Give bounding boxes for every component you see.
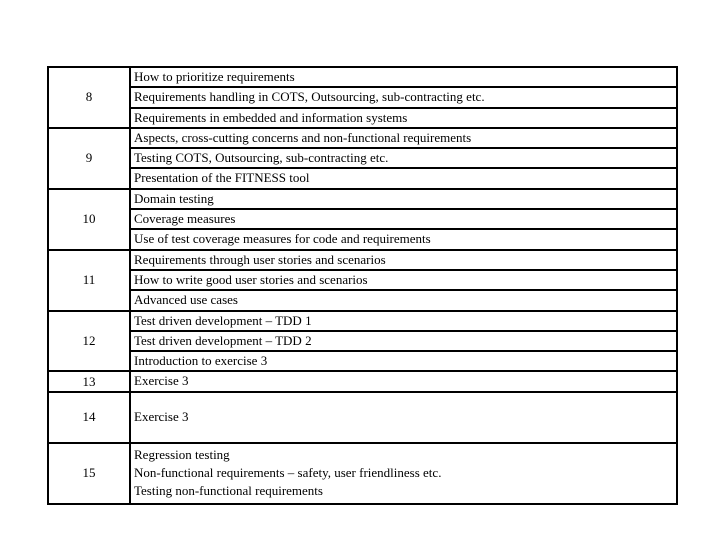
- topic-list: Aspects, cross-cutting concerns and non-…: [131, 129, 676, 188]
- topic-list: Exercise 3: [131, 393, 676, 442]
- topic-item: Non-functional requirements – safety, us…: [134, 465, 442, 481]
- week-group-10: 10 Domain testing Coverage measures Use …: [49, 187, 676, 249]
- topic-item: Advanced use cases: [131, 289, 676, 309]
- topic-item: Test driven development – TDD 2: [131, 329, 676, 350]
- week-number: 13: [49, 372, 131, 391]
- schedule-table: 8 How to prioritize requirements Require…: [47, 66, 678, 505]
- topic-item: Use of test coverage measures for code a…: [131, 228, 676, 248]
- week-group-8: 8 How to prioritize requirements Require…: [49, 68, 676, 127]
- week-number: 15: [49, 443, 131, 503]
- topic-item: Exercise 3: [134, 373, 189, 389]
- topic-item: Aspects, cross-cutting concerns and non-…: [134, 129, 472, 145]
- week-group-12: 12 Test driven development – TDD 1 Test …: [49, 309, 676, 371]
- topic-list: Domain testing Coverage measures Use of …: [131, 190, 676, 249]
- topic-list: Regression testing Non-functional requir…: [131, 444, 676, 503]
- topic-item: Regression testing: [134, 446, 230, 462]
- topic-list: Requirements through user stories and sc…: [131, 251, 676, 310]
- week-number: 14: [49, 392, 131, 442]
- topic-list: Exercise 3: [131, 372, 676, 390]
- topic-list: Test driven development – TDD 1 Test dri…: [131, 312, 676, 371]
- topic-item: Introduction to exercise 3: [131, 350, 676, 370]
- topic-item: How to write good user stories and scena…: [131, 268, 676, 289]
- topic-item: Requirements handling in COTS, Outsourci…: [131, 86, 676, 106]
- topic-item: Domain testing: [134, 190, 214, 206]
- topic-item: Exercise 3: [134, 409, 189, 425]
- week-number: 11: [49, 250, 131, 310]
- week-group-15: 15 Regression testing Non-functional req…: [49, 441, 676, 503]
- week-group-9: 9 Aspects, cross-cutting concerns and no…: [49, 126, 676, 188]
- topic-item: Requirements through user stories and sc…: [134, 251, 386, 267]
- topic-item: Testing COTS, Outsourcing, sub-contracti…: [131, 147, 676, 167]
- topic-item: Test driven development – TDD 1: [134, 312, 312, 328]
- week-group-11: 11 Requirements through user stories and…: [49, 248, 676, 310]
- topic-item: Presentation of the FITNESS tool: [131, 167, 676, 187]
- week-number: 9: [49, 128, 131, 188]
- topic-item: Coverage measures: [131, 208, 676, 228]
- week-number: 10: [49, 189, 131, 249]
- week-group-14: 14 Exercise 3: [49, 390, 676, 442]
- week-number: 8: [49, 68, 131, 127]
- week-group-13: 13 Exercise 3: [49, 370, 676, 391]
- week-number: 12: [49, 311, 131, 371]
- topic-item: Testing non-functional requirements: [134, 483, 323, 499]
- topic-item: Requirements in embedded and information…: [131, 106, 676, 127]
- topic-list: How to prioritize requirements Requireme…: [131, 68, 676, 127]
- topic-item: How to prioritize requirements: [134, 69, 295, 84]
